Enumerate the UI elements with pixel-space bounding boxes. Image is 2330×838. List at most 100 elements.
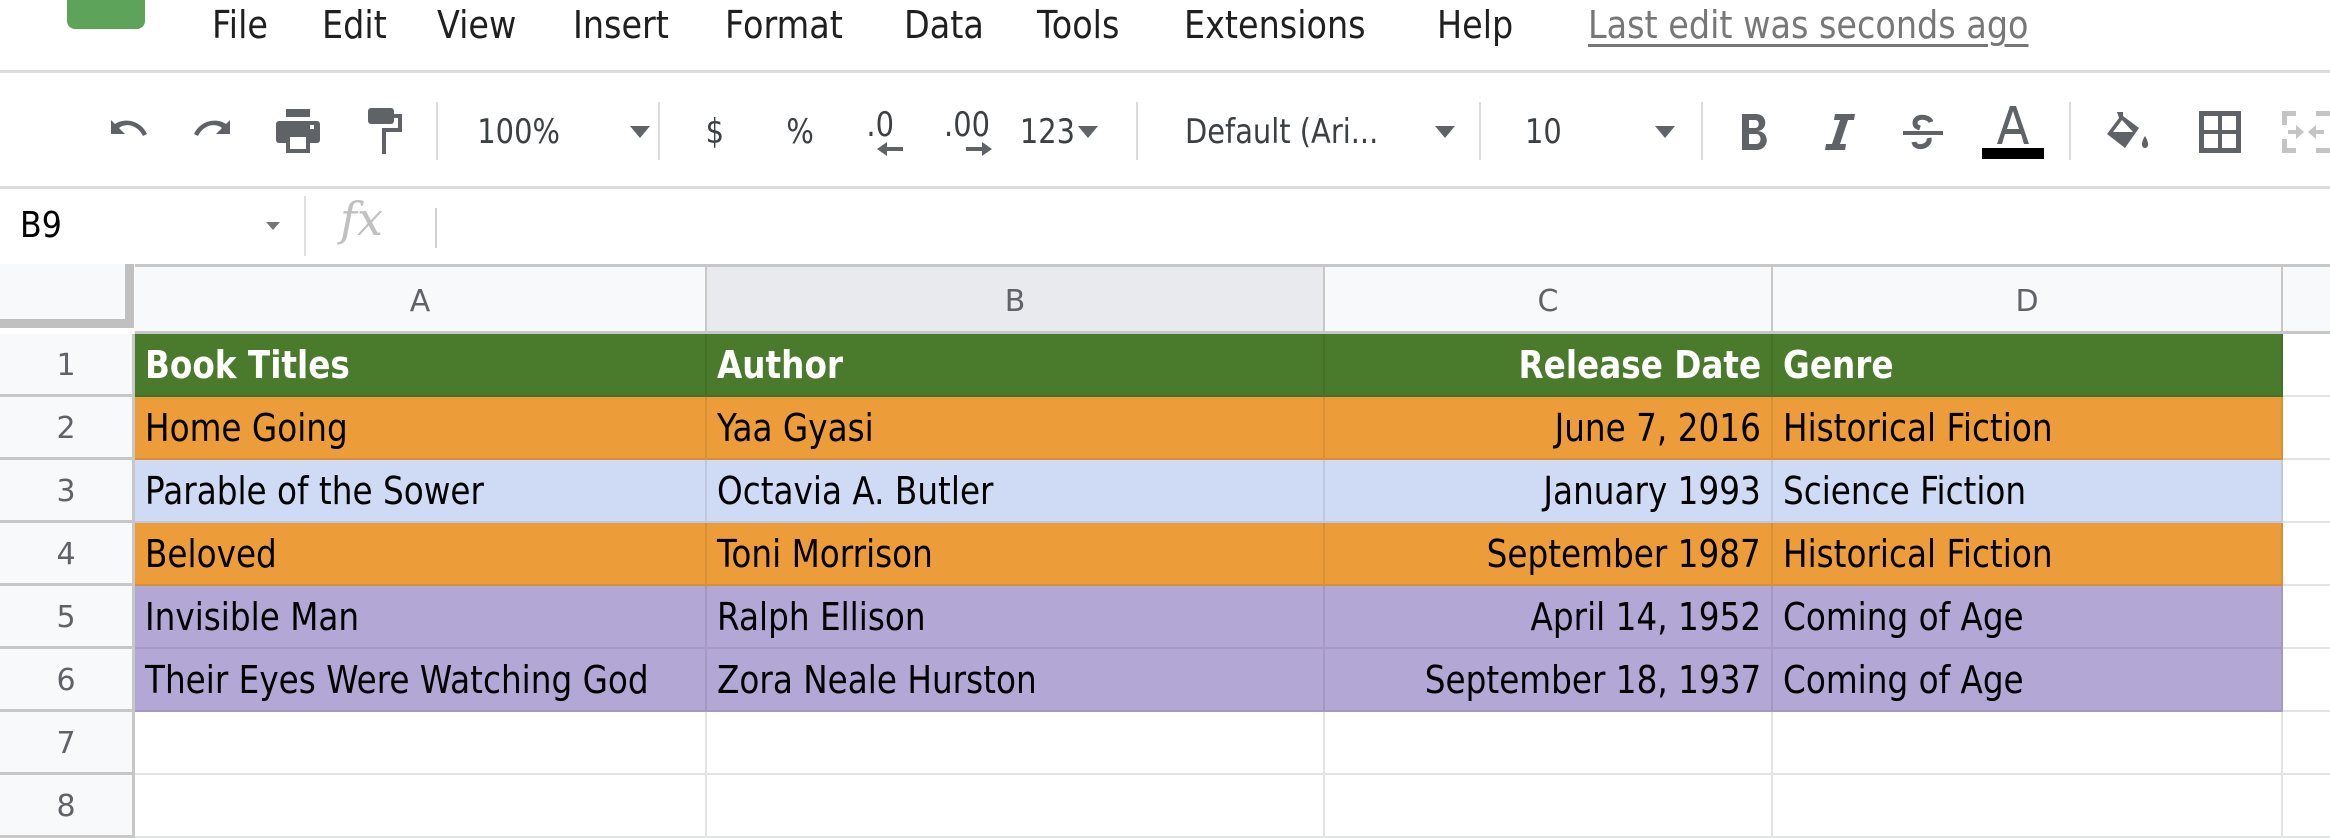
menu-edit[interactable]: Edit [322,0,387,50]
cell-A1[interactable]: Book Titles [135,334,707,397]
cell-C1[interactable]: Release Date [1325,334,1773,397]
cell-E5[interactable] [2283,586,2330,649]
undo-button[interactable] [100,104,156,160]
chevron-down-icon[interactable] [266,222,280,230]
font-size-select[interactable]: 10 [1525,104,1675,160]
cell-C7[interactable] [1325,712,1773,775]
borders-button[interactable] [2192,104,2248,160]
merge-cells-button[interactable] [2282,104,2330,160]
formula-input[interactable] [450,196,2320,256]
cell-D3[interactable]: Science Fiction [1773,460,2283,523]
menu-file[interactable]: File [212,0,268,50]
cell-B7[interactable] [707,712,1325,775]
menu-view[interactable]: View [437,0,516,50]
row-header-1[interactable]: 1 [0,334,135,397]
cell-C4[interactable]: September 1987 [1325,523,1773,586]
font-family-select[interactable]: Default (Ari... [1185,104,1455,160]
strikethrough-button[interactable] [1898,104,1948,160]
redo-button[interactable] [185,104,241,160]
cell-C8[interactable] [1325,775,1773,838]
row-header-2[interactable]: 2 [0,397,135,460]
cell-D8[interactable] [1773,775,2283,838]
column-header-c[interactable]: C [1325,264,1773,334]
cell-E1[interactable] [2283,334,2330,397]
cell-E6[interactable] [2283,649,2330,712]
row-header-4[interactable]: 4 [0,523,135,586]
toolbar-divider [2069,102,2071,160]
cell-text: Release Date [1518,343,1761,387]
menu-help[interactable]: Help [1437,0,1513,50]
cell-text: Parable of the Sower [145,469,484,513]
column-header-b[interactable]: B [707,264,1325,334]
cell-E8[interactable] [2283,775,2330,838]
cell-B4[interactable]: Toni Morrison [707,523,1325,586]
cell-text: Zora Neale Hurston [717,658,1037,702]
decrease-decimal-icon: .0 [866,105,894,145]
cell-C5[interactable]: April 14, 1952 [1325,586,1773,649]
cell-C2[interactable]: June 7, 2016 [1325,397,1773,460]
cell-A7[interactable] [135,712,707,775]
cell-A4[interactable]: Beloved [135,523,707,586]
cell-D1[interactable]: Genre [1773,334,2283,397]
last-edit-link[interactable]: Last edit was seconds ago [1588,0,2029,50]
row-header-7[interactable]: 7 [0,712,135,775]
cell-C6[interactable]: September 18, 1937 [1325,649,1773,712]
sheets-logo[interactable] [67,0,145,29]
text-color-button[interactable] [1980,104,2046,160]
paint-bucket-icon [2107,112,2148,148]
cell-B6[interactable]: Zora Neale Hurston [707,649,1325,712]
cell-A3[interactable]: Parable of the Sower [135,460,707,523]
currency-icon: $ [705,112,725,152]
cell-E7[interactable] [2283,712,2330,775]
cell-D5[interactable]: Coming of Age [1773,586,2283,649]
cell-A8[interactable] [135,775,707,838]
menu-insert[interactable]: Insert [573,0,669,50]
cell-C3[interactable]: January 1993 [1325,460,1773,523]
cell-text: January 1993 [1543,469,1761,513]
column-header-d[interactable]: D [1773,264,2283,334]
font-size-value: 10 [1525,112,1562,152]
currency-format-button[interactable]: $ [690,104,740,160]
cell-A2[interactable]: Home Going [135,397,707,460]
cell-D4[interactable]: Historical Fiction [1773,523,2283,586]
select-all-corner[interactable] [0,264,134,328]
cell-B2[interactable]: Yaa Gyasi [707,397,1325,460]
cell-D6[interactable]: Coming of Age [1773,649,2283,712]
menu-data[interactable]: Data [904,0,984,50]
cell-E3[interactable] [2283,460,2330,523]
more-formats-button[interactable]: 123 [1015,104,1115,160]
cell-D7[interactable] [1773,712,2283,775]
toolbar-divider [1479,102,1481,160]
cell-B3[interactable]: Octavia A. Butler [707,460,1325,523]
menu-tools[interactable]: Tools [1037,0,1119,50]
column-header-e[interactable] [2283,264,2330,334]
row-header-5[interactable]: 5 [0,586,135,649]
row-header-8[interactable]: 8 [0,775,135,838]
column-header-a[interactable]: A [135,264,707,334]
menu-format[interactable]: Format [725,0,843,50]
cell-B5[interactable]: Ralph Ellison [707,586,1325,649]
row-header-6[interactable]: 6 [0,649,135,712]
italic-button[interactable] [1815,104,1865,160]
paint-format-button[interactable] [356,104,412,160]
decrease-decimal-button[interactable]: .0 [850,104,910,160]
menu-extensions[interactable]: Extensions [1184,0,1366,50]
cell-text: Their Eyes Were Watching God [145,658,649,702]
cell-A5[interactable]: Invisible Man [135,586,707,649]
bold-button[interactable] [1730,104,1780,160]
cell-E2[interactable] [2283,397,2330,460]
row-header-3[interactable]: 3 [0,460,135,523]
cell-A6[interactable]: Their Eyes Were Watching God [135,649,707,712]
fill-color-button[interactable] [2100,104,2156,160]
increase-decimal-button[interactable]: .00 [932,104,1002,160]
cell-B1[interactable]: Author [707,334,1325,397]
toolbar-divider [1136,102,1138,160]
cell-text: Yaa Gyasi [717,406,874,450]
cell-D2[interactable]: Historical Fiction [1773,397,2283,460]
percent-format-button[interactable]: % [775,104,825,160]
zoom-select[interactable]: 100% [470,104,650,160]
cell-B8[interactable] [707,775,1325,838]
cell-E4[interactable] [2283,523,2330,586]
print-button[interactable] [270,104,326,160]
name-box[interactable]: B9 [20,196,62,256]
